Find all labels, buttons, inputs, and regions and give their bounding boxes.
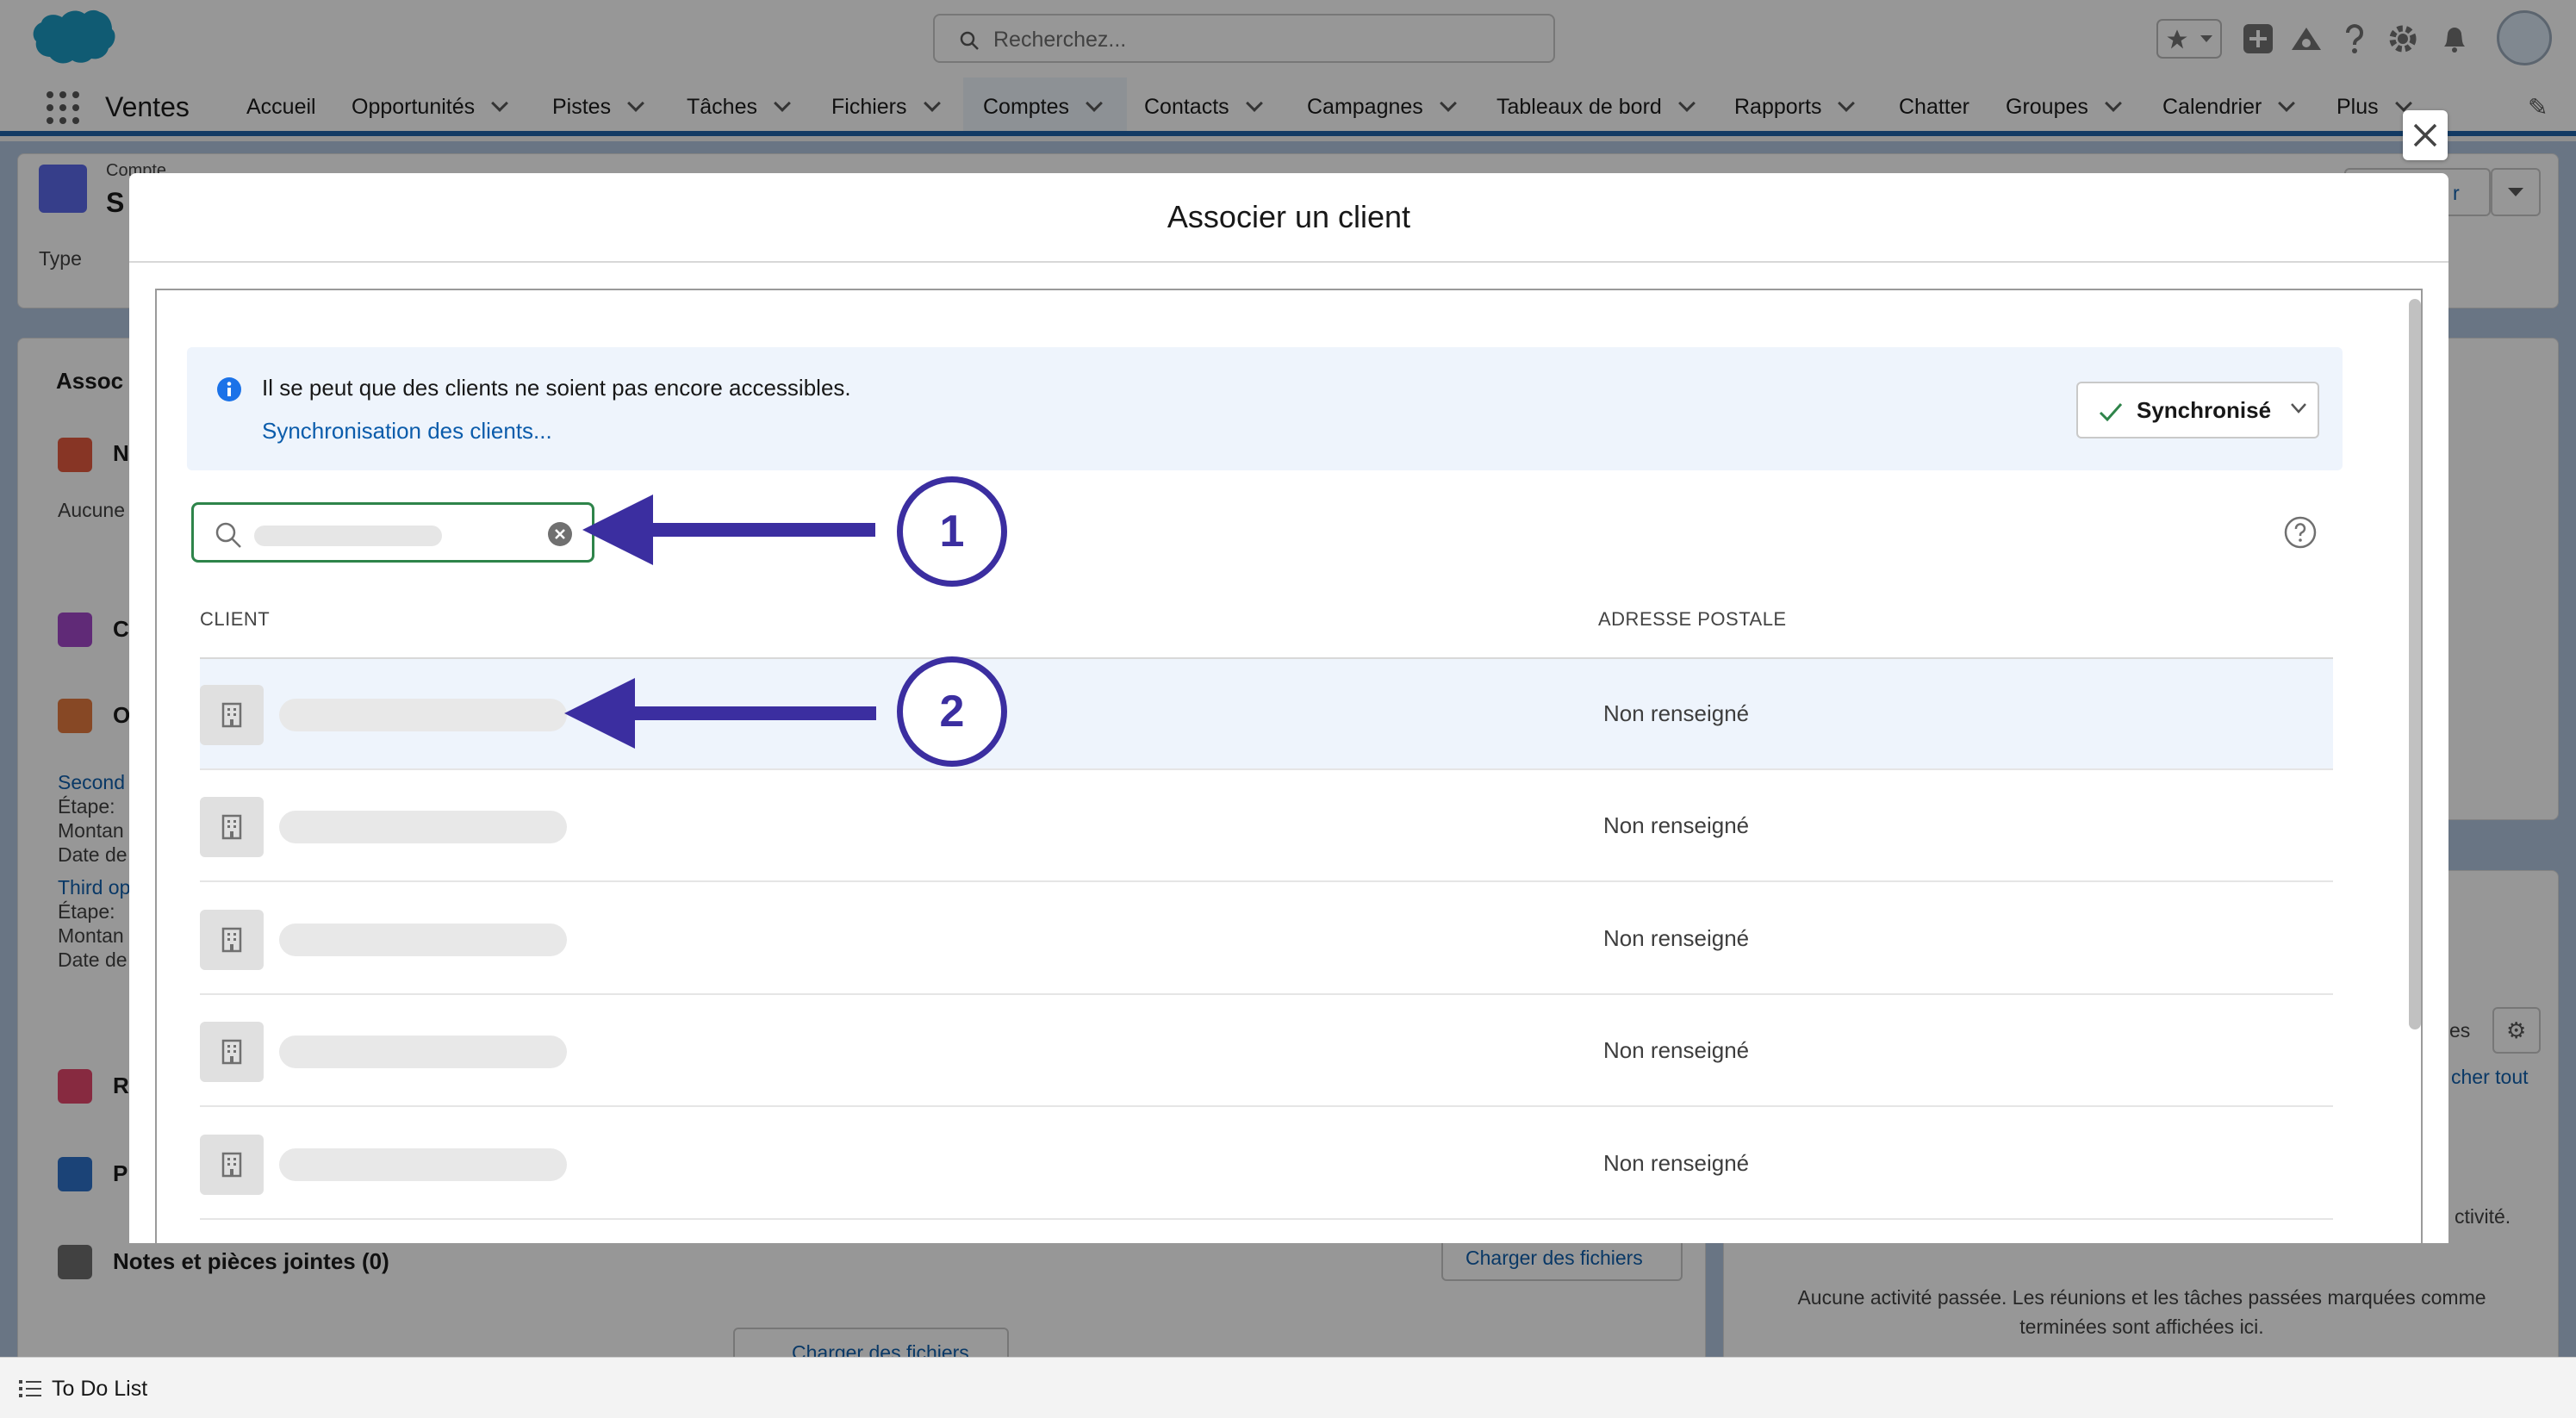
app-root: Recherchez... Ventes Accueil Opportunité… [0,0,2576,1418]
checkmark-icon [2099,403,2123,421]
associate-client-modal: Associer un client Il se peut que des cl… [129,173,2448,1243]
sync-status-label: Synchronisé [2137,397,2272,423]
scrollbar-thumb[interactable] [2409,299,2421,1029]
column-header-address[interactable]: ADRESSE POSTALE [1598,608,1787,631]
sync-clients-link[interactable]: Synchronisation des clients... [262,418,552,445]
client-name-redacted [279,699,567,731]
building-icon [200,797,264,857]
close-modal-button[interactable] [2403,110,2448,160]
client-address: Non renseigné [1603,1150,1750,1176]
annotation-badge-1: 1 [897,476,1007,587]
client-name-redacted [279,1148,567,1181]
chevron-down-icon [2291,403,2306,414]
building-icon [200,1135,264,1195]
annotation-arrow-1 [582,494,875,565]
sync-status-dropdown[interactable]: Synchronisé [2076,382,2319,438]
list-icon [19,1380,41,1397]
search-query-redacted [254,526,442,546]
search-icon [215,522,241,548]
client-address: Non renseigné [1603,700,1750,726]
info-banner: Il se peut que des clients ne soient pas… [187,347,2343,470]
building-icon [200,685,264,745]
clear-search-icon[interactable] [547,521,573,547]
client-address: Non renseigné [1603,925,1750,951]
help-icon[interactable] [2284,516,2317,549]
annotation-arrow-2 [564,678,876,749]
client-name-redacted [279,811,567,843]
building-icon [200,1022,264,1082]
modal-header: Associer un client [129,173,2448,263]
building-icon [200,910,264,970]
client-address: Non renseigné [1603,812,1750,838]
utility-bar: To Do List [0,1357,2576,1418]
client-row[interactable]: Non renseigné [200,659,2333,770]
client-name-redacted [279,924,567,956]
column-header-client[interactable]: CLIENT [200,608,270,631]
client-name-redacted [279,1036,567,1068]
annotation-badge-2: 2 [897,656,1007,767]
client-row[interactable]: Non renseigné [200,771,2333,882]
close-icon [2413,123,2437,147]
client-address: Non renseigné [1603,1037,1750,1063]
client-row[interactable]: Non renseigné [200,884,2333,995]
todo-list-button[interactable]: To Do List [52,1377,147,1402]
modal-title: Associer un client [1167,199,1411,234]
info-message: Il se peut que des clients ne soient pas… [262,375,851,401]
client-search-input[interactable] [191,502,594,563]
client-row[interactable]: Non renseigné [200,1109,2333,1220]
client-row[interactable]: Non renseigné [200,996,2333,1107]
info-icon [217,377,241,401]
